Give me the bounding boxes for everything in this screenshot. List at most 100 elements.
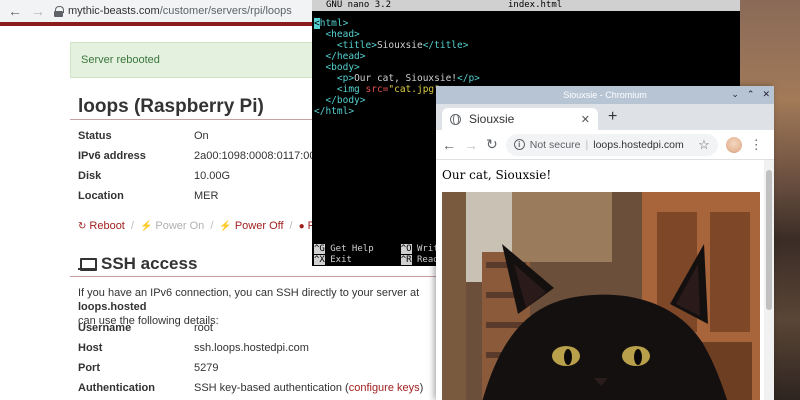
detail-label: Authentication [78, 382, 155, 394]
detail-label: IPv6 address [78, 150, 146, 162]
detail-value: ssh.loops.hostedpi.com [194, 342, 309, 354]
shortcut-label: Get Help [324, 244, 374, 254]
back-icon[interactable]: ← [8, 3, 22, 19]
url-path: /customer/servers/rpi/loops [159, 5, 292, 17]
nano-filename: index.html [508, 0, 563, 10]
reboot-icon: ↻ [78, 220, 87, 232]
code-token: </head> [325, 51, 366, 62]
detail-value: 5279 [194, 362, 219, 374]
maximize-icon[interactable]: ⌃ [747, 89, 755, 100]
unplug-icon: ⚡ [219, 220, 232, 232]
shortcut-key: ^G [314, 244, 325, 254]
shortcut-key: ^O [400, 244, 412, 254]
scrollbar[interactable] [764, 160, 774, 400]
code-token: <p> [336, 73, 355, 84]
window-title-bar[interactable]: Siouxsie - Chromium ⌄ ⌃ ✕ [436, 86, 774, 104]
cat-photo-art [442, 192, 760, 400]
url-host: loops.hostedpi.com [593, 138, 684, 151]
reboot-label: Reboot [89, 220, 125, 232]
separator: | [585, 138, 589, 151]
info-icon[interactable]: i [513, 139, 525, 150]
minimize-icon[interactable]: ⌄ [731, 89, 739, 100]
code-token: </body> [325, 95, 366, 106]
chromium-window[interactable]: Siouxsie - Chromium ⌄ ⌃ ✕ Siouxsie ✕ + ←… [436, 86, 774, 400]
code-token: "cat.jpg" [388, 84, 440, 95]
detail-label: Location [78, 190, 124, 202]
server-actions: ↻Reboot / ⚡Power On / ⚡Power Off / ●Rei [78, 220, 324, 232]
code-token: <title> [336, 40, 377, 51]
alert-text: Server rebooted [81, 54, 160, 66]
code-token: html> [319, 18, 349, 29]
detail-value: 10.00G [194, 170, 231, 182]
auth-suffix: ) [419, 382, 424, 394]
nano-shortcut-bar: ^G Get Help ^O Write ^X Exit ^R Read [314, 244, 444, 266]
ssh-desc-host: loops.hosted [78, 301, 147, 313]
address-bar[interactable]: i Not secure | loops.hostedpi.com ☆ [505, 133, 718, 156]
detail-label: Username [78, 322, 132, 334]
nano-title-bar: GNU nano 3.2 index.html [312, 0, 740, 11]
shortcut-key: ^X [314, 255, 325, 265]
browser-toolbar: ← → ↻ i Not secure | loops.hostedpi.com … [436, 130, 774, 160]
code-token: <head> [325, 29, 360, 40]
forward-icon[interactable]: → [464, 137, 478, 153]
bookmark-star-icon[interactable]: ☆ [698, 137, 710, 153]
globe-icon [450, 113, 461, 125]
scrollbar-thumb[interactable] [766, 170, 772, 310]
tab-strip: Siouxsie ✕ + [436, 104, 774, 130]
page-viewport: Our cat, Siouxsie! [436, 160, 774, 400]
plug-icon: ⚡ [139, 220, 153, 232]
code-token: <img [336, 84, 366, 95]
ssh-section-heading: SSH access [78, 254, 197, 274]
code-token: src= [365, 84, 389, 95]
code-token: <body> [325, 62, 360, 73]
detail-value: root [194, 322, 213, 334]
shortcut-label: Exit [324, 255, 352, 265]
code-token: </title> [422, 40, 469, 51]
power-on-button[interactable]: ⚡ Power On [140, 220, 204, 232]
code-token: Our cat, Siouxsie! [354, 73, 458, 84]
reload-icon[interactable]: ↻ [486, 136, 498, 153]
separator: / [210, 220, 214, 232]
detail-label: Host [78, 342, 103, 354]
cat-photo [442, 192, 760, 400]
url-host: mythic-beasts.com [68, 5, 160, 17]
forward-icon[interactable]: → [31, 3, 45, 19]
ssh-heading-text: SSH access [101, 254, 198, 273]
tab-title: Siouxsie [469, 112, 515, 126]
code-token: Siouxsie [376, 40, 423, 51]
detail-value: MER [194, 190, 219, 202]
auth-text: SSH key-based authentication ( [194, 382, 349, 394]
bomb-icon: ● [298, 220, 305, 232]
security-status: Not secure [529, 138, 581, 151]
reboot-button[interactable]: ↻ Reboot [78, 220, 125, 232]
detail-label: Status [78, 130, 112, 142]
nano-version: GNU nano 3.2 [326, 0, 392, 10]
close-window-icon[interactable]: ✕ [762, 89, 770, 100]
detail-label: Disk [78, 170, 102, 182]
separator: / [289, 220, 293, 232]
window-title: Siouxsie - Chromium [563, 90, 647, 100]
divider [70, 276, 440, 277]
shortcut-key: ^R [400, 255, 412, 265]
lock-icon [54, 6, 64, 17]
configure-keys-link[interactable]: configure keys [349, 382, 420, 394]
tab-close-icon[interactable]: ✕ [581, 113, 590, 126]
server-title: loops (Raspberry Pi) [78, 96, 264, 117]
menu-kebab-icon[interactable]: ⋮ [750, 137, 763, 153]
address-bar[interactable]: mythic-beasts.com/customer/servers/rpi/l… [54, 5, 292, 17]
separator: / [130, 220, 134, 232]
profile-avatar[interactable] [725, 136, 742, 153]
tab-siouxsie[interactable]: Siouxsie ✕ [442, 108, 598, 130]
ssh-description: If you have an IPv6 connection, you can … [78, 286, 440, 328]
code-token: </html> [314, 106, 355, 117]
window-controls: ⌄ ⌃ ✕ [731, 89, 770, 100]
code-token: </p> [457, 73, 480, 84]
power-on-label: Power On [155, 220, 205, 232]
back-icon[interactable]: ← [442, 137, 456, 153]
power-off-button[interactable]: ⚡ Power Off [219, 220, 283, 232]
new-tab-button[interactable]: + [608, 108, 617, 126]
ssh-desc-text: If you have an IPv6 connection, you can … [78, 287, 420, 299]
shortcut-label: Read [411, 255, 439, 265]
power-off-label: Power Off [234, 220, 284, 232]
detail-value: SSH key-based authentication (configure … [194, 382, 423, 394]
